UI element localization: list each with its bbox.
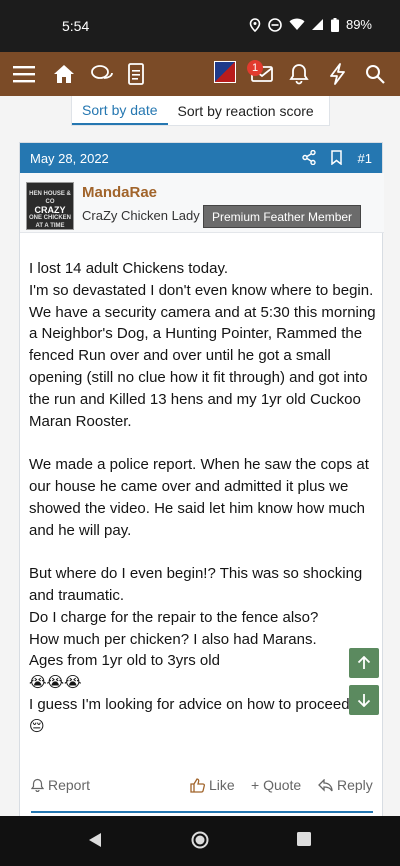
user-title: CraZy Chicken Lady [82,208,200,223]
recents-icon[interactable] [297,832,311,851]
inbox-badge: 1 [247,60,263,76]
sort-by-reaction-tab[interactable]: Sort by reaction score [168,96,324,125]
post-date[interactable]: May 28, 2022 [30,151,372,166]
scroll-up-button[interactable] [349,648,379,678]
home-icon[interactable] [52,62,76,86]
system-nav-bar [0,816,400,866]
post-header: May 28, 2022 #1 [20,143,382,173]
post: May 28, 2022 #1 HEN HOUSE & CO CRAZY ONE… [19,142,384,816]
reply-icon [318,778,333,792]
avatar-text-top: HEN HOUSE & CO [29,191,71,205]
sort-bar: Sort by date Sort by reaction score [71,96,330,126]
post-paragraph: Do I charge for the repair to the fence … [29,608,319,626]
sort-by-date-tab[interactable]: Sort by date [72,96,168,125]
lightning-icon[interactable] [326,62,350,86]
reply-button[interactable]: Reply [318,777,373,793]
post-paragraph: I guess I'm looking for advice on how to… [29,695,354,713]
bookmark-icon[interactable] [331,150,342,168]
wifi-icon [289,18,305,30]
post-paragraph: But where do I even begin!? This was so … [29,565,363,604]
report-label: Report [48,777,91,793]
sad-emoji: 😔 [29,717,45,735]
user-avatar[interactable]: HEN HOUSE & CO CRAZY ONE CHICKEN AT A TI… [26,182,74,230]
back-icon[interactable] [88,832,102,853]
post-paragraph: How much per chicken? I also had Marans. [29,630,317,648]
post-actions: Report Like + Quote Reply [20,773,384,797]
menu-icon[interactable] [12,62,36,86]
report-button[interactable]: Report [31,777,90,793]
app-bar [0,52,400,96]
arrow-down-icon [357,694,371,707]
share-icon[interactable] [302,149,316,168]
thumbs-up-icon [190,777,205,793]
post-number[interactable]: #1 [358,151,372,166]
username[interactable]: MandaRae [82,184,157,201]
post-paragraph: I lost 14 adult Chickens today. [29,260,228,277]
bell-outline-icon [31,778,44,792]
bell-icon[interactable] [287,62,311,86]
status-icons: 89% [249,17,372,32]
quote-button[interactable]: + Quote [251,777,301,793]
thread-content: Sort by date Sort by reaction score May … [0,96,400,816]
arrow-up-icon [357,656,371,669]
post-paragraph: We have a security camera and at 5:30 th… [29,303,376,430]
scroll-down-button[interactable] [349,685,379,715]
quote-label: + Quote [251,777,302,793]
chat-icon[interactable] [90,62,114,86]
battery-icon [330,17,339,32]
status-bar: 5:54 89% [0,0,400,52]
user-banner: Premium Feather Member [203,205,362,228]
post-paragraph: Ages from 1yr old to 3yrs old [29,652,220,670]
post-paragraph: We made a police report. When he saw the… [29,456,369,539]
user-info: HEN HOUSE & CO CRAZY ONE CHICKEN AT A TI… [20,173,384,233]
post-paragraph: I'm so devastated I don't even know wher… [29,281,374,299]
avatar[interactable] [214,61,236,83]
reply-label: Reply [337,777,373,793]
crying-emoji: 😭😭😭 [29,674,82,692]
home-button-icon[interactable] [191,831,209,854]
next-post-edge [31,811,373,813]
avatar-text-bottom: ONE CHICKEN AT A TIME [28,215,71,229]
signal-icon [311,19,323,30]
like-label: Like [209,777,235,793]
search-icon[interactable] [363,62,387,86]
avatar-text-main: CRAZY [34,205,66,215]
document-icon[interactable] [124,62,148,86]
battery-percent: 89% [345,17,372,32]
like-button[interactable]: Like [190,777,235,793]
post-body: I lost 14 adult Chickens today. I'm so d… [29,258,377,738]
location-icon [249,17,261,32]
dnd-icon [268,17,282,32]
status-time: 5:54 [62,18,90,34]
